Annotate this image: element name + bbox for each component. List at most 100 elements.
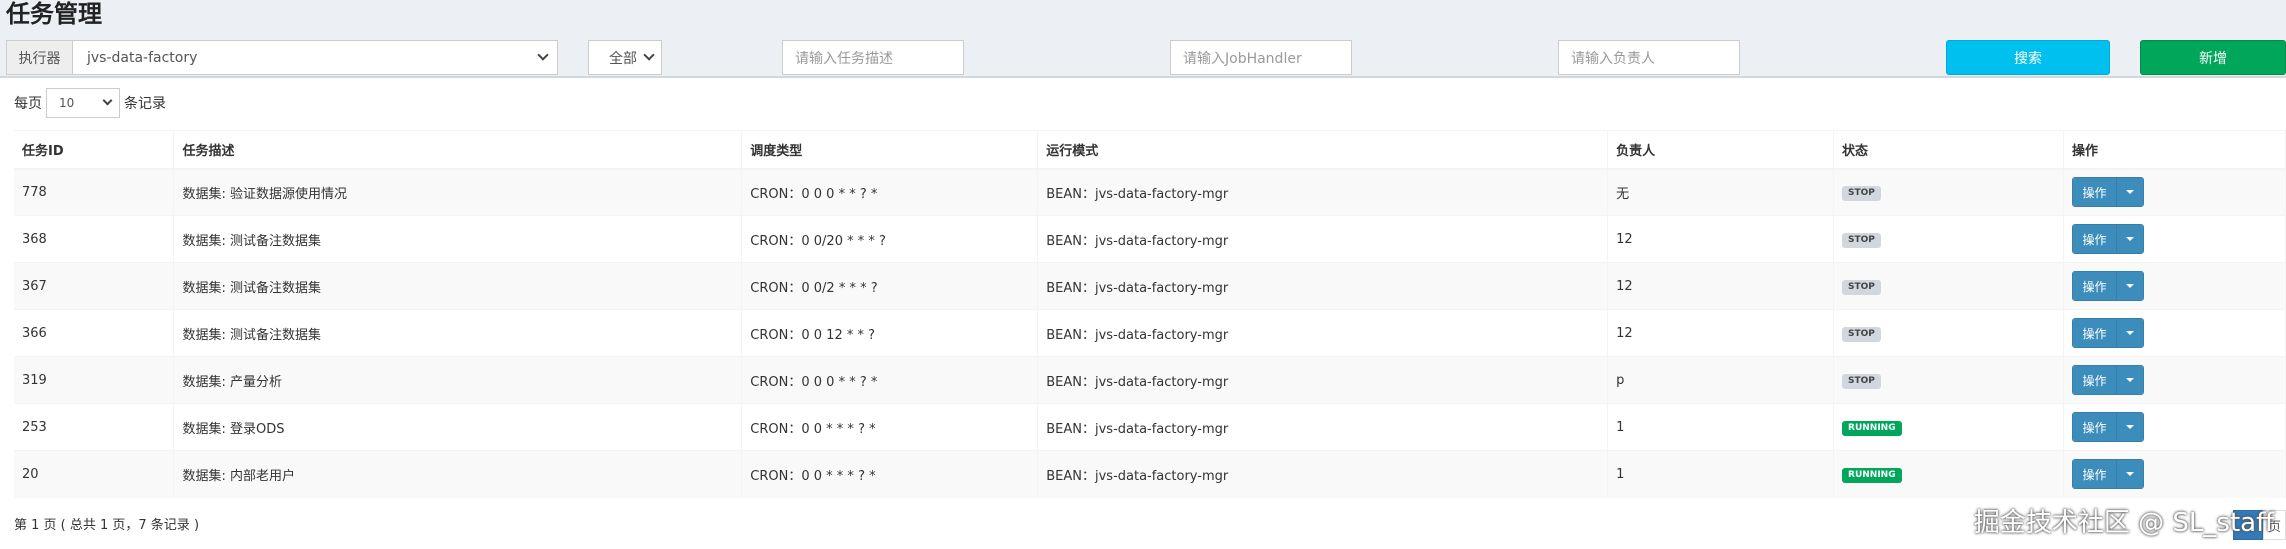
executor-select-group[interactable]: 执行器 jvs-data-factory <box>6 40 558 75</box>
job-owner: 12 <box>1607 262 1835 310</box>
table-row: 20 数据集: 内部老用户 CRON：0 0 * * * ? * BEAN：jvs-d… <box>14 450 2286 498</box>
job-id: 20 <box>14 450 175 498</box>
status-badge: STOP <box>1842 185 1881 201</box>
job-id: 367 <box>14 262 175 310</box>
executor-select[interactable]: jvs-data-factory <box>73 41 557 74</box>
job-mode: BEAN：jvs-data-factory-mgr <box>1037 309 1609 357</box>
job-id: 366 <box>14 309 175 357</box>
status-select[interactable]: 全部 <box>588 40 662 75</box>
filter-bar: 执行器 jvs-data-factory 全部 请输入任务描述 请输入JobHa… <box>0 40 2286 76</box>
operation-button[interactable]: 操作 <box>2072 225 2117 253</box>
operation-button-group[interactable]: 操作 <box>2071 271 2144 301</box>
status-value: 全部 <box>609 50 637 67</box>
operation-button-group[interactable]: 操作 <box>2071 459 2144 490</box>
job-id: 319 <box>14 356 175 404</box>
operation-button[interactable]: 操作 <box>2072 366 2117 394</box>
job-schedule: CRON：0 0 * * * ? * <box>741 403 1039 451</box>
operation-button-group[interactable]: 操作 <box>2071 224 2144 254</box>
chevron-down-icon <box>643 49 655 61</box>
operation-button-group[interactable]: 操作 <box>2071 412 2144 442</box>
job-desc: 数据集: 测试备注数据集 <box>173 262 743 310</box>
status-badge: STOP <box>1842 326 1881 342</box>
job-schedule: CRON：0 0 * * * ? * <box>741 450 1039 498</box>
operation-dropdown-toggle[interactable] <box>2116 178 2143 207</box>
job-mode: BEAN：jvs-data-factory-mgr <box>1037 215 1609 263</box>
author-placeholder: 请输入负责人 <box>1571 50 1655 67</box>
job-desc-placeholder: 请输入任务描述 <box>795 50 893 67</box>
table-row: 368 数据集: 测试备注数据集 CRON：0 0/20 * * * ? BEAN：j… <box>14 215 2286 263</box>
job-desc: 数据集: 内部老用户 <box>173 450 743 498</box>
job-schedule: CRON：0 0 0 * * ? * <box>741 168 1039 216</box>
operation-dropdown-toggle[interactable] <box>2116 460 2143 489</box>
job-schedule: CRON：0 0 12 * * ? <box>741 309 1039 357</box>
job-owner: p <box>1607 356 1835 404</box>
search-button[interactable]: 搜索 <box>1946 40 2110 75</box>
per-page-select[interactable]: 10 <box>46 88 120 118</box>
job-actions-cell: 操作 <box>2063 450 2286 498</box>
table-header-row: 任务ID 任务描述 调度类型 运行模式 负责人 状态 操作 <box>14 130 2286 170</box>
watermark: 掘金技术社区 @ SL_staff <box>1973 508 2274 538</box>
caret-down-icon <box>2125 425 2134 429</box>
operation-button[interactable]: 操作 <box>2072 413 2117 441</box>
job-id: 778 <box>14 168 175 216</box>
job-mode: BEAN：jvs-data-factory-mgr <box>1037 450 1609 498</box>
job-owner: 12 <box>1607 309 1835 357</box>
column-header[interactable]: 状态 <box>1833 130 2064 170</box>
table-row: 367 数据集: 测试备注数据集 CRON：0 0/2 * * * ? BEAN：jv… <box>14 262 2286 310</box>
chevron-down-icon <box>537 49 549 61</box>
caret-down-icon <box>2125 331 2134 335</box>
add-button[interactable]: 新增 <box>2140 40 2286 75</box>
job-schedule: CRON：0 0/20 * * * ? <box>741 215 1039 263</box>
table-row: 253 数据集: 登录ODS CRON：0 0 * * * ? * BEAN：jvs-… <box>14 403 2286 451</box>
job-status-cell: RUNNING <box>1833 450 2064 498</box>
operation-dropdown-toggle[interactable] <box>2116 225 2143 253</box>
column-header[interactable]: 任务描述 <box>173 130 743 170</box>
column-header[interactable]: 运行模式 <box>1037 130 1609 170</box>
job-actions-cell: 操作 <box>2063 262 2286 310</box>
job-desc-input[interactable]: 请输入任务描述 <box>782 40 964 75</box>
caret-down-icon <box>2125 190 2134 195</box>
job-mode: BEAN：jvs-data-factory-mgr <box>1037 168 1609 216</box>
column-header[interactable]: 调度类型 <box>741 130 1039 170</box>
job-desc: 数据集: 产量分析 <box>173 356 743 404</box>
operation-button-group[interactable]: 操作 <box>2071 177 2144 208</box>
status-badge: STOP <box>1842 373 1881 389</box>
operation-button[interactable]: 操作 <box>2072 178 2117 207</box>
executor-label: 执行器 <box>7 41 73 74</box>
job-actions-cell: 操作 <box>2063 309 2286 357</box>
job-desc: 数据集: 验证数据源使用情况 <box>173 168 743 216</box>
job-handler-input[interactable]: 请输入JobHandler <box>1170 40 1352 75</box>
operation-dropdown-toggle[interactable] <box>2116 366 2143 394</box>
job-desc: 数据集: 测试备注数据集 <box>173 309 743 357</box>
job-actions-cell: 操作 <box>2063 168 2286 216</box>
table-row: 366 数据集: 测试备注数据集 CRON：0 0 12 * * ? BEAN：jvs… <box>14 309 2286 357</box>
operation-dropdown-toggle[interactable] <box>2116 319 2143 347</box>
status-badge: STOP <box>1842 279 1881 295</box>
operation-dropdown-toggle[interactable] <box>2116 413 2143 441</box>
job-status-cell: STOP <box>1833 262 2064 310</box>
chevron-down-icon <box>102 95 113 106</box>
executor-value: jvs-data-factory <box>87 49 198 66</box>
job-desc: 数据集: 登录ODS <box>173 403 743 451</box>
job-id: 368 <box>14 215 175 263</box>
operation-button[interactable]: 操作 <box>2072 319 2117 347</box>
job-id: 253 <box>14 403 175 451</box>
status-badge: RUNNING <box>1842 467 1902 483</box>
job-owner: 1 <box>1607 403 1835 451</box>
operation-button[interactable]: 操作 <box>2072 460 2117 489</box>
operation-button-group[interactable]: 操作 <box>2071 318 2144 348</box>
column-header[interactable]: 任务ID <box>14 130 175 170</box>
job-schedule: CRON：0 0/2 * * * ? <box>741 262 1039 310</box>
operation-button-group[interactable]: 操作 <box>2071 365 2144 395</box>
column-header: 操作 <box>2063 130 2286 170</box>
column-header[interactable]: 负责人 <box>1607 130 1835 170</box>
job-table: 任务ID 任务描述 调度类型 运行模式 负责人 状态 操作 778 数据集: 验证… <box>14 130 2286 498</box>
table-row: 319 数据集: 产量分析 CRON：0 0 0 * * ? * BEAN：jvs-d… <box>14 356 2286 404</box>
job-handler-placeholder: 请输入JobHandler <box>1183 50 1302 67</box>
job-owner: 无 <box>1607 168 1835 216</box>
operation-button[interactable]: 操作 <box>2072 272 2117 300</box>
per-page-control: 每页 10 条记录 <box>14 88 166 118</box>
author-input[interactable]: 请输入负责人 <box>1558 40 1740 75</box>
operation-dropdown-toggle[interactable] <box>2116 272 2143 300</box>
per-page-suffix: 条记录 <box>124 96 166 112</box>
